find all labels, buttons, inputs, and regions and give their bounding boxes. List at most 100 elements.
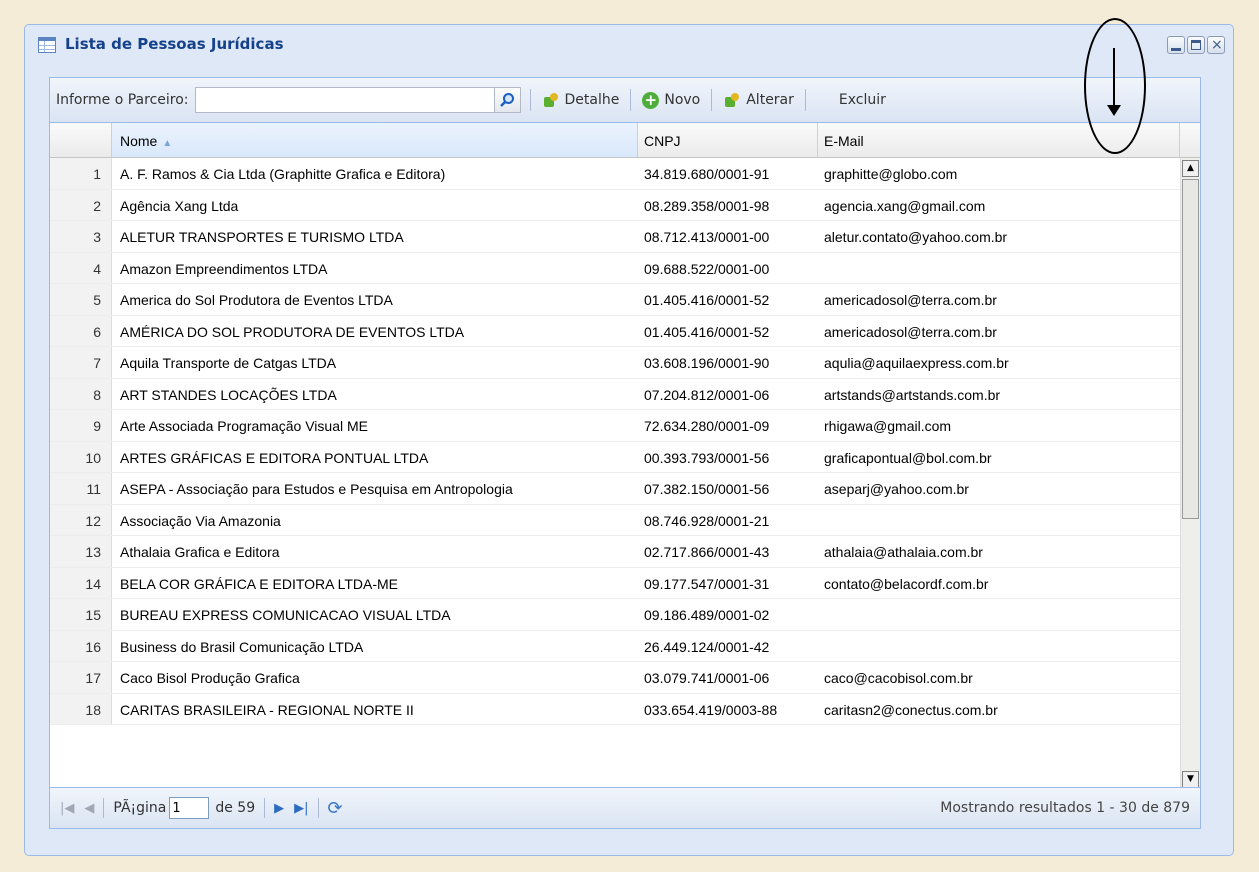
page-count: de 59 [215,800,256,816]
table-row[interactable]: 16 Business do Brasil Comunicação LTDA 26.… [50,630,1200,662]
scroll-up-button[interactable]: ▲ [1182,160,1199,177]
cell-email: graficapontual@bol.com.br [824,449,992,466]
row-number: 1 [50,158,112,189]
cell-nome: Business do Brasil Comunicação LTDA [120,638,364,655]
table-row[interactable]: 7 Aquila Transporte de Catgas LTDA 03.608.… [50,347,1200,379]
down-arrow-icon [1107,48,1121,116]
table-row[interactable]: 18 CARITAS BRASILEIRA - REGIONAL NORTE II… [50,693,1200,725]
column-header-cnpj-label: CNPJ [644,133,681,149]
table-row[interactable]: 9 Arte Associada Programação Visual ME 72.… [50,410,1200,442]
cell-cnpj: 07.204.812/0001-06 [644,386,770,403]
cell-cnpj: 02.717.866/0001-43 [644,544,770,560]
cell-cnpj: 03.079.741/0001-06 [644,670,770,686]
prev-page-icon[interactable]: ◀ [84,801,94,816]
table-row[interactable]: 11 ASEPA - Associação para Estudos e Pesq… [50,473,1200,505]
table-row[interactable]: 3 ALETUR TRANSPORTES E TURISMO LTDA 08.712… [50,221,1200,253]
cell-email [818,631,1178,662]
cell-nome: Agência Xang Ltda [120,197,239,214]
alterar-button[interactable]: Alterar [721,91,796,109]
table-row[interactable]: 5 America do Sol Produtora de Eventos LTD… [50,284,1200,316]
puzzle-icon [723,91,741,109]
grid-header: Nome ▲ CNPJ E-Mail [50,123,1200,158]
excluir-label: Excluir [838,92,886,108]
window-title: Lista de Pessoas Jurídicas [65,35,284,53]
grid-panel: Informe o Parceiro: Detalhe + Novo Alter… [49,77,1201,829]
table-row[interactable]: 8 ART STANDES LOCAÇÕES LTDA 07.204.812/000… [50,378,1200,410]
row-number: 16 [50,630,112,661]
cell-nome: Arte Associada Programação Visual ME [120,418,368,434]
cell-email: caco@cacobisol.com.br [824,670,973,686]
row-number: 10 [50,441,112,472]
cell-cnpj: 01.405.416/0001-52 [644,292,770,308]
search-icon [500,93,514,107]
toolbar-separator [711,89,713,111]
grid-rows: 1 A. F. Ramos & Cia Ltda (Graphitte Grafi… [50,158,1200,725]
pager-separator [317,798,319,818]
next-page-icon[interactable]: ▶ [274,801,284,816]
row-number: 18 [50,693,112,724]
table-row[interactable]: 2 Agência Xang Ltda 08.289.358/0001-98 agen… [50,189,1200,221]
grid-toolbar: Informe o Parceiro: Detalhe + Novo Alter… [50,78,1200,123]
cell-nome: Associação Via Amazonia [120,512,281,529]
column-header-cnpj[interactable]: CNPJ [638,123,818,157]
cell-cnpj: 72.634.280/0001-09 [644,418,770,434]
table-row[interactable]: 4 Amazon Empreendimentos LTDA 09.688.522/0… [50,252,1200,284]
first-page-icon[interactable]: |◀ [60,801,74,816]
table-row[interactable]: 10 ARTES GRÁFICAS E EDITORA PONTUAL LTDA 0… [50,441,1200,473]
detalhe-button[interactable]: Detalhe [540,91,622,109]
window-controls: × [1167,36,1225,54]
excluir-button[interactable]: Excluir [837,92,888,108]
cell-cnpj: 03.608.196/0001-90 [644,355,770,371]
cell-nome: ASEPA - Associação para Estudos e Pesqui… [120,481,513,497]
row-number: 9 [50,410,112,441]
table-row[interactable]: 1 A. F. Ramos & Cia Ltda (Graphitte Grafi… [50,158,1200,190]
table-row[interactable]: 14 BELA COR GRÁFICA E EDITORA LTDA-ME 09.1… [50,567,1200,599]
cell-email [818,505,1178,536]
cell-email: aletur.contato@yahoo.com.br [824,229,1008,245]
cell-email [818,599,1178,630]
page-number-input[interactable] [169,797,210,819]
column-header-nome[interactable]: Nome ▲ [112,123,638,157]
cell-nome: Caco Bisol Produção Grafica [120,670,300,686]
maximize-icon [1191,40,1201,50]
header-filler [1180,123,1200,157]
cell-nome: Athalaia Grafica e Editora [120,544,280,560]
minimize-button[interactable] [1167,36,1185,54]
cell-email: aqulia@aquilaexpress.com.br [824,355,1009,371]
table-row[interactable]: 15 BUREAU EXPRESS COMUNICACAO VISUAL LTDA… [50,599,1200,631]
toolbar-separator [630,89,632,111]
window-titlebar[interactable]: Lista de Pessoas Jurídicas × [25,25,1233,65]
table-row[interactable]: 6 AMÉRICA DO SOL PRODUTORA DE EVENTOS LTD… [50,315,1200,347]
novo-button[interactable]: + Novo [640,91,702,109]
refresh-icon[interactable]: ⟳ [328,798,343,819]
paging-toolbar: |◀ ◀ PÃ¡gina de 59 ▶ ▶| ⟳ Mostrando resu… [50,787,1200,828]
cell-email: artstands@artstands.com.br [824,386,1001,403]
page-label: PÃ¡gina [113,800,167,816]
table-row[interactable]: 12 Associação Via Amazonia 08.746.928/0001… [50,504,1200,536]
vertical-scrollbar[interactable]: ▲ ▼ [1180,158,1200,790]
cell-cnpj: 07.382.150/0001-56 [644,481,770,497]
search-button[interactable] [494,87,521,113]
row-number: 17 [50,662,112,693]
cell-nome: A. F. Ramos & Cia Ltda (Graphitte Grafic… [120,166,446,182]
puzzle-icon [542,91,560,109]
partner-search-input[interactable] [194,87,495,113]
scroll-thumb[interactable] [1182,179,1199,519]
toolbar-separator [804,89,806,111]
table-row[interactable]: 17 Caco Bisol Produção Grafica 03.079.741/… [50,662,1200,694]
cell-nome: BUREAU EXPRESS COMUNICACAO VISUAL LTDA [120,607,451,623]
scroll-down-button[interactable]: ▼ [1182,771,1199,788]
cell-cnpj: 09.177.547/0001-31 [644,575,770,592]
cell-email: americadosol@terra.com.br [824,323,997,340]
pager-separator [264,798,266,818]
row-number-header [50,123,112,157]
last-page-icon[interactable]: ▶| [294,801,308,816]
maximize-button[interactable] [1187,36,1205,54]
table-row[interactable]: 13 Athalaia Grafica e Editora 02.717.866/0… [50,536,1200,568]
cell-email: graphitte@globo.com [824,166,958,182]
column-header-email-label: E-Mail [824,133,864,149]
cell-cnpj: 34.819.680/0001-91 [644,166,770,182]
row-number: 11 [50,473,112,504]
search-label: Informe o Parceiro: [56,92,189,108]
close-button[interactable]: × [1207,36,1225,54]
